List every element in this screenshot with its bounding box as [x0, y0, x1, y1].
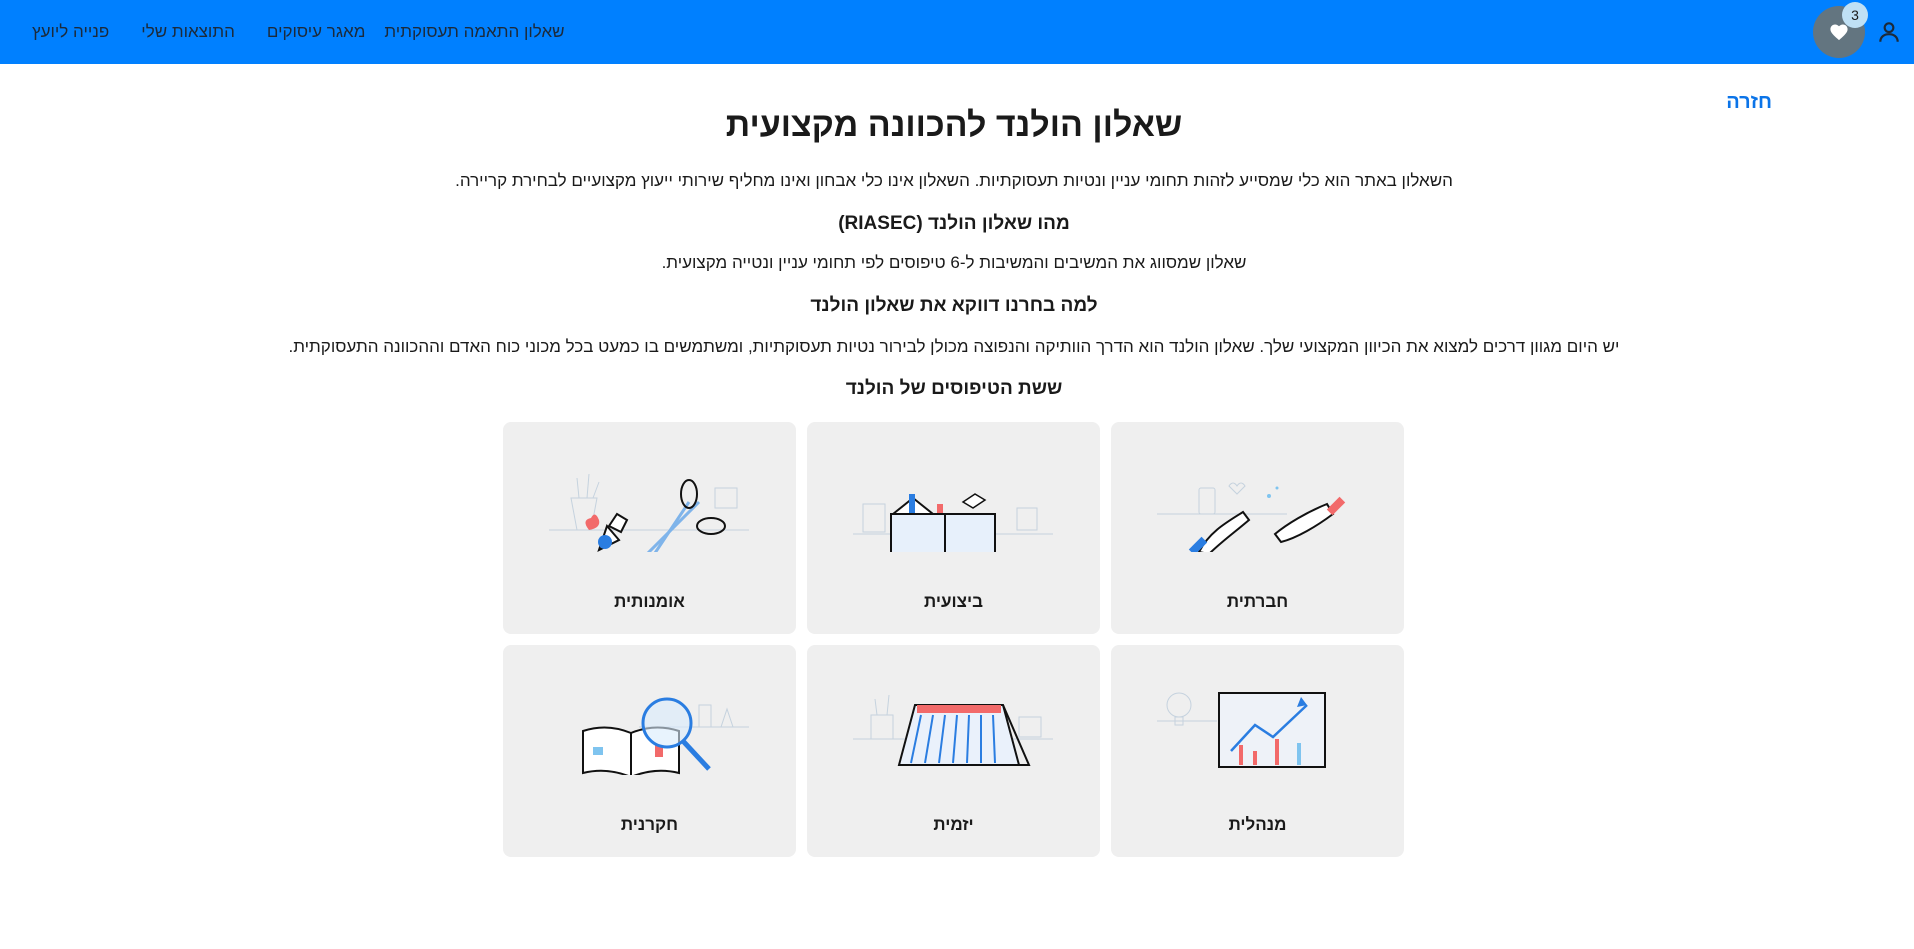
main-nav: שאלון התאמה תעסוקתית מאגר עיסוקים התוצאו… [0, 0, 565, 64]
type-card-artistic[interactable]: אומנותית [503, 422, 796, 634]
type-label: מנהלית [1228, 815, 1287, 834]
type-label: חברתית [1226, 592, 1289, 611]
hands-icon [1157, 482, 1346, 552]
types-heading: ששת הטיפוסים של הולנד [845, 378, 1063, 399]
nav-link-questionnaire[interactable]: שאלון התאמה תעסוקתית [384, 22, 564, 42]
scissors-icon [549, 473, 749, 552]
nav-link-my-results[interactable]: התוצאות שלי [141, 22, 235, 42]
type-card-realistic[interactable]: ביצועית [807, 422, 1100, 634]
type-label: יזמית [933, 815, 974, 834]
calendar-icon [853, 694, 1053, 766]
section-heading-what-is: מהו שאלון הולנד (RIASEC) [838, 213, 1070, 234]
type-label: אומנותית [614, 592, 685, 611]
type-label: ביצועית [924, 592, 983, 611]
type-card-investigative[interactable]: חקרנית [503, 645, 796, 857]
growth-chart-icon [1157, 692, 1326, 768]
type-label: חקרנית [620, 815, 679, 834]
page-title: שאלון הולנד להכוונה מקצועית [725, 106, 1183, 144]
nav-link-occupations[interactable]: מאגר עיסוקים [267, 22, 366, 42]
type-card-enterprising[interactable]: יזמית [807, 645, 1100, 857]
intro-text: השאלון באתר הוא כלי שמסייע לזהות תחומי ע… [455, 171, 1453, 190]
section-heading-why: למה בחרנו דווקא את שאלון הולנד [810, 295, 1098, 316]
section-text-what-is: שאלון שמסווג את המשיבים והמשיבות ל-6 טיפ… [661, 253, 1247, 272]
heart-icon [1830, 24, 1848, 41]
magnifier-book-icon [582, 697, 749, 775]
favorites-count-badge: 3 [1842, 2, 1868, 28]
section-text-why: יש היום מגוון דרכים למצוא את הכיוון המקצ… [288, 337, 1620, 356]
person-icon[interactable] [1876, 19, 1902, 45]
nav-link-contact-advisor[interactable]: פנייה ליועץ [32, 22, 109, 42]
toolbox-icon [853, 493, 1053, 552]
type-card-social[interactable]: חברתית [1111, 422, 1404, 634]
top-navigation-bar: שאלון התאמה תעסוקתית מאגר עיסוקים התוצאו… [0, 0, 1914, 64]
type-card-conventional[interactable]: מנהלית [1111, 645, 1404, 857]
